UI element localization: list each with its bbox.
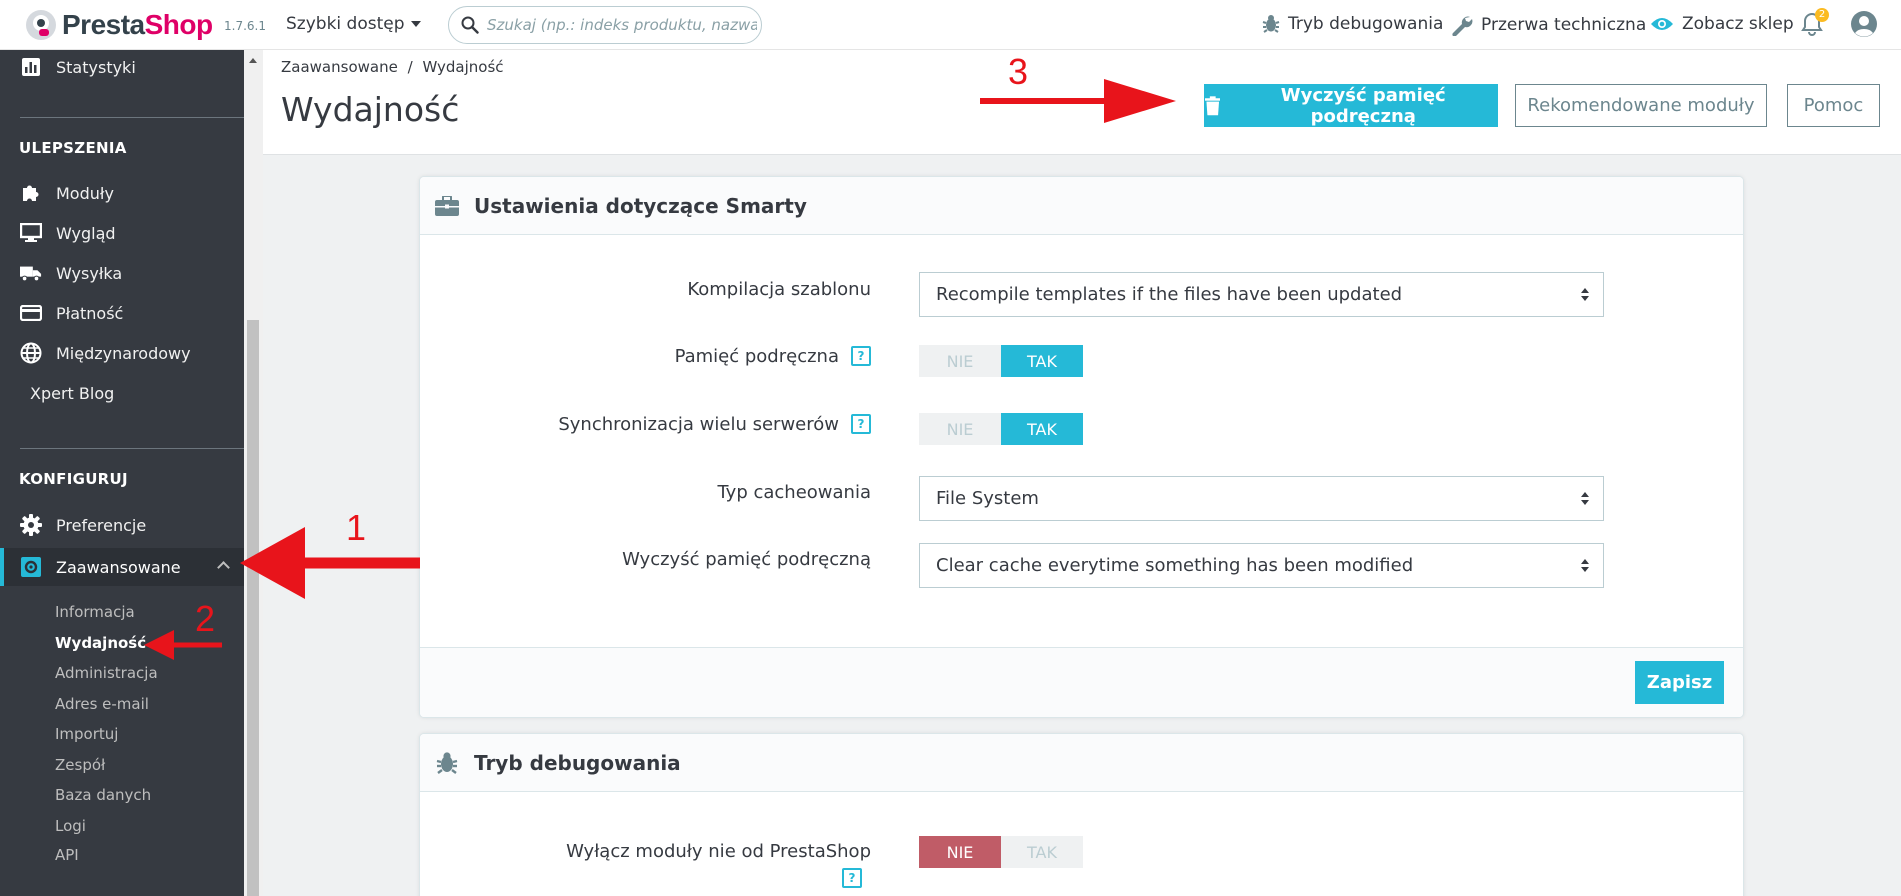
bug-icon xyxy=(1262,15,1280,33)
debug-mode-link[interactable]: Tryb debugowania xyxy=(1262,14,1443,34)
annotation-number-3: 3 xyxy=(1008,51,1029,92)
maintenance-link[interactable]: Przerwa techniczna xyxy=(1451,14,1646,36)
notifications-button[interactable]: 2 xyxy=(1801,8,1829,38)
user-account-button[interactable] xyxy=(1850,10,1878,38)
search-input[interactable] xyxy=(487,16,757,34)
eye-icon xyxy=(1651,18,1673,30)
quick-access-label: Szybki dostęp xyxy=(286,14,405,34)
annotation-number-1: 1 xyxy=(346,507,367,548)
logo-text: PrestaShop xyxy=(62,9,213,40)
prestashop-logo[interactable]: PrestaShop xyxy=(26,8,213,42)
maintenance-label: Przerwa techniczna xyxy=(1481,15,1647,35)
quick-access-dropdown[interactable]: Szybki dostęp xyxy=(286,14,421,34)
view-shop-link[interactable]: Zobacz sklep xyxy=(1650,14,1794,34)
search-box[interactable] xyxy=(448,6,762,44)
annotation-arrows xyxy=(144,79,1176,660)
view-shop-label: Zobacz sklep xyxy=(1682,14,1794,34)
annotation-number-2: 2 xyxy=(195,598,216,639)
search-icon xyxy=(461,16,479,34)
wrench-icon xyxy=(1452,16,1473,36)
caret-down-icon xyxy=(410,21,421,27)
notification-badge: 2 xyxy=(1815,8,1829,22)
top-header: PrestaShop 1.7.6.1 Szybki dostęp Tryb de… xyxy=(0,0,1901,50)
user-avatar-icon xyxy=(1851,11,1877,37)
debug-mode-label: Tryb debugowania xyxy=(1288,14,1444,34)
version-label: 1.7.6.1 xyxy=(224,19,266,33)
prestashop-logo-icon xyxy=(26,10,56,40)
